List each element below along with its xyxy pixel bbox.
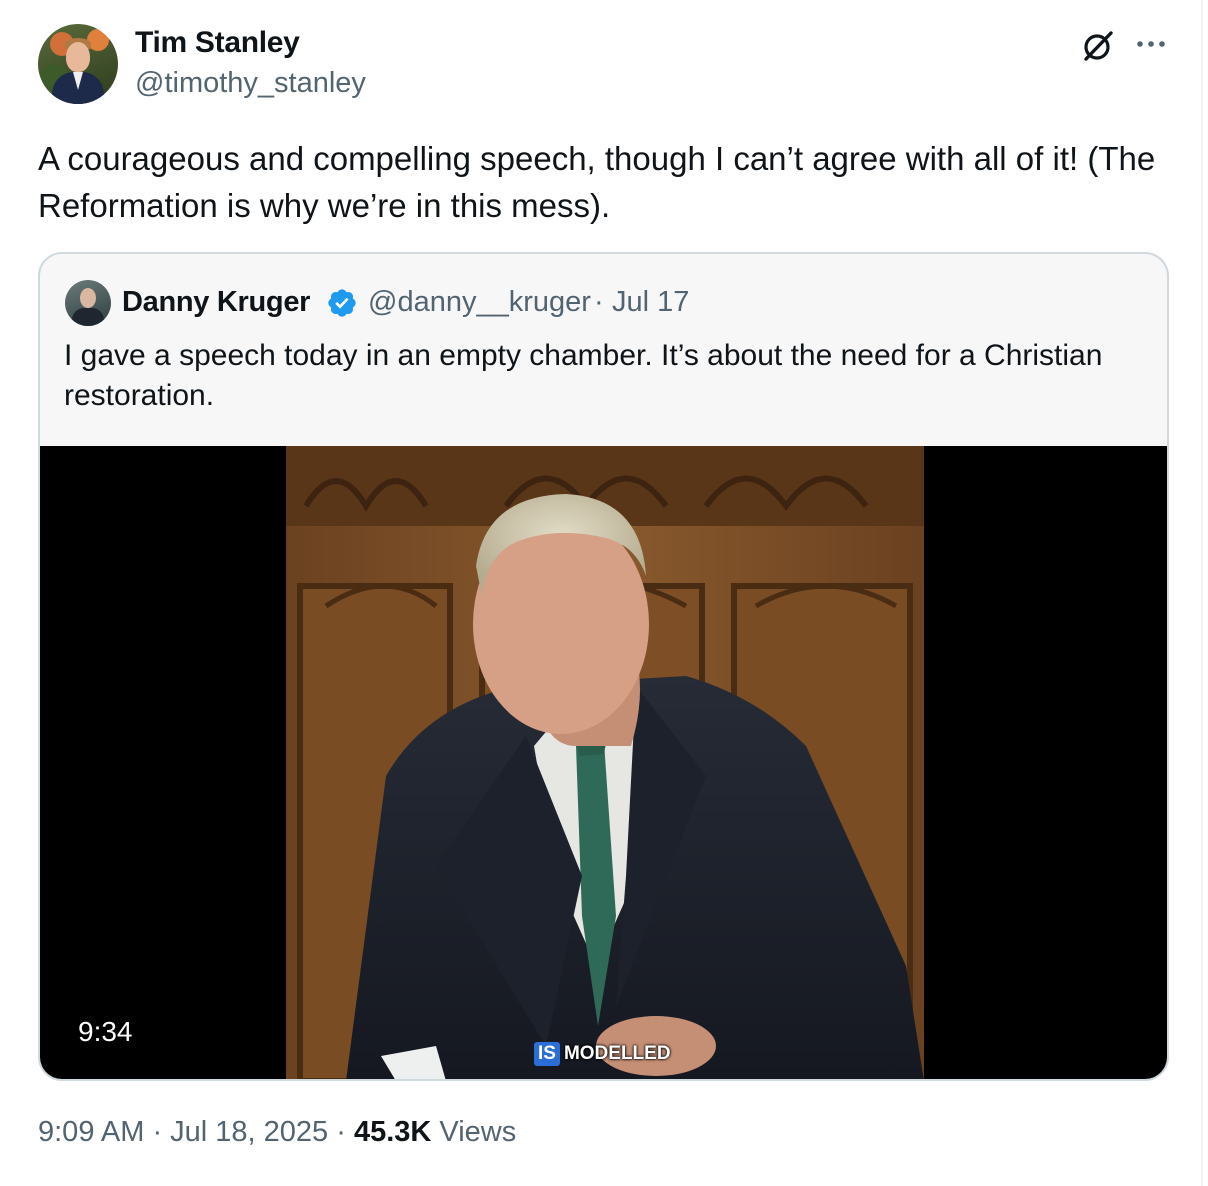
quoted-tweet-text: I gave a speech today in an empty chambe… [64, 339, 1103, 412]
tweet-timestamp[interactable]: 9:09 AM · Jul 18, 2025 [38, 1116, 328, 1148]
tweet-text: A courageous and compelling speech, thou… [38, 140, 1165, 224]
quoted-author-avatar[interactable] [65, 280, 111, 326]
author-name[interactable]: Tim Stanley [135, 26, 300, 60]
quoted-avatar-face [80, 288, 96, 308]
grok-icon[interactable] [1080, 28, 1116, 64]
tweet-card: Tim Stanley @timothy_stanley A courageou… [0, 0, 1203, 1186]
video-duration: 9:34 [78, 1016, 133, 1047]
video-thumbnail [286, 446, 924, 1079]
video-player[interactable]: 9:34 IS MODELLED [40, 446, 1167, 1079]
quoted-tweet[interactable]: Danny Kruger @danny__kruger · Jul 17 I g… [38, 252, 1169, 1081]
views-label: Views [439, 1116, 517, 1148]
meta-separator: · [328, 1116, 354, 1148]
watermark-text: MODELLED [563, 1043, 671, 1064]
author-handle[interactable]: @timothy_stanley [135, 67, 366, 100]
verified-badge-icon [328, 289, 356, 317]
quoted-author-handle[interactable]: @danny__kruger [368, 286, 591, 319]
quoted-date[interactable]: Jul 17 [612, 286, 689, 319]
quoted-separator: · [594, 286, 604, 318]
avatar-face [66, 42, 90, 72]
author-avatar[interactable] [38, 24, 118, 104]
watermark-badge: IS [534, 1042, 560, 1066]
quoted-author-name[interactable]: Danny Kruger [122, 286, 310, 319]
tweet-metadata: 9:09 AM · Jul 18, 2025 · 45.3K Views [38, 1116, 516, 1149]
video-watermark: IS MODELLED [534, 1042, 671, 1066]
views-count[interactable]: 45.3K [354, 1116, 431, 1148]
more-options-icon[interactable] [1134, 32, 1168, 56]
quoted-avatar-body [72, 308, 104, 326]
